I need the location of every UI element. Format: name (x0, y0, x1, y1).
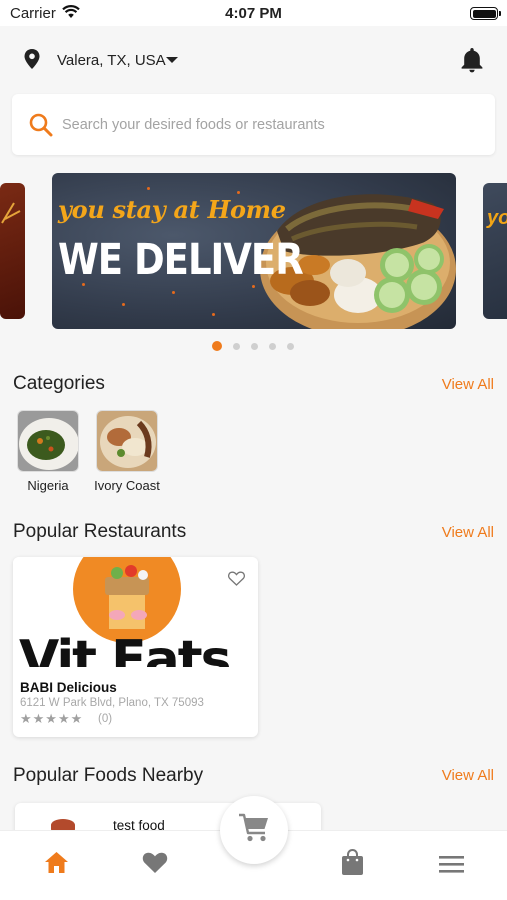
promo-banner[interactable]: you stay at Home WE DELIVER (52, 173, 456, 329)
ember-spark (172, 291, 175, 294)
category-thumbnail (96, 410, 158, 472)
category-item-ivory-coast[interactable]: Ivory Coast (87, 410, 167, 493)
banner-tagline: you stay at Home (58, 195, 286, 224)
carousel-dots (212, 341, 294, 351)
location-label[interactable]: Valera, TX, USA (57, 52, 166, 69)
categories-title: Categories (13, 373, 105, 394)
location-pin-icon (22, 48, 42, 75)
category-label: Nigeria (27, 478, 69, 493)
restaurant-card[interactable]: Vit Eats BABI Delicious 6121 W Park Blvd… (13, 557, 258, 737)
home-icon[interactable] (44, 851, 69, 879)
cart-icon (238, 813, 270, 848)
foods-view-all-link[interactable]: View All (442, 767, 494, 784)
carousel-dot[interactable] (233, 342, 240, 350)
carousel-dot[interactable] (251, 342, 258, 350)
banner-prev-slide[interactable] (0, 183, 25, 319)
banner-next-slide[interactable]: yo (483, 183, 507, 319)
notification-bell-icon[interactable] (459, 46, 485, 79)
clock: 4:07 PM (225, 5, 282, 22)
bag-icon[interactable] (341, 848, 364, 881)
ember-spark (252, 285, 255, 288)
review-count: (0) (98, 713, 113, 725)
carousel-dot[interactable] (287, 342, 294, 350)
search-input[interactable] (62, 114, 462, 136)
popular-foods-title: Popular Foods Nearby (13, 765, 204, 786)
status-bar: Carrier 4:07 PM (0, 0, 507, 26)
ember-spark (147, 187, 150, 190)
banner-next-preview-text: yo (487, 207, 507, 229)
carousel-dot-active[interactable] (212, 341, 222, 351)
popular-restaurants-title: Popular Restaurants (13, 521, 187, 542)
cart-button[interactable] (220, 796, 288, 864)
ember-spark (237, 191, 240, 194)
category-label: Ivory Coast (94, 478, 160, 493)
menu-icon[interactable] (439, 856, 464, 878)
category-thumbnail (17, 410, 79, 472)
banner-headline: WE DELIVER (58, 235, 304, 285)
heart-icon[interactable] (142, 851, 168, 879)
favorite-heart-icon[interactable] (228, 571, 245, 591)
restaurant-name: BABI Delicious (20, 680, 117, 695)
star-rating-icon: ★★★★★ (20, 711, 84, 726)
restaurants-view-all-link[interactable]: View All (442, 524, 494, 541)
chevron-down-icon[interactable] (166, 57, 178, 63)
search-icon (28, 112, 54, 143)
search-bar[interactable] (12, 94, 495, 155)
ember-spark (212, 313, 215, 316)
restaurant-address: 6121 W Park Blvd, Plano, TX 75093 (20, 697, 204, 709)
ember-spark (122, 303, 125, 306)
restaurant-logo: Vit Eats (13, 557, 258, 667)
svg-text:Vit Eats: Vit Eats (19, 630, 230, 667)
location-header: Valera, TX, USA (0, 26, 507, 92)
battery-icon (470, 7, 501, 20)
carousel-dot[interactable] (269, 342, 276, 350)
category-item-nigeria[interactable]: Nigeria (8, 410, 88, 493)
categories-view-all-link[interactable]: View All (442, 376, 494, 393)
